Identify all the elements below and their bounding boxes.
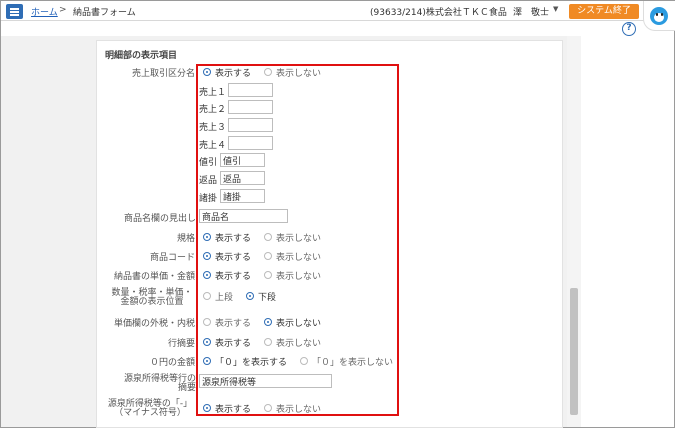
breadcrumb-home-link[interactable]: ホーム bbox=[31, 5, 58, 18]
hamburger-menu-icon[interactable] bbox=[6, 4, 23, 19]
label-line-memo: 行摘要 bbox=[167, 339, 195, 349]
label-withholding-memo: 源泉所得税等行の 摘要 bbox=[123, 374, 196, 393]
scrollbar-thumb[interactable] bbox=[570, 288, 578, 415]
user-menu[interactable]: 澤 敬士 bbox=[513, 5, 549, 18]
label-kikaku: 規格 bbox=[176, 234, 195, 244]
breadcrumb-current-page: 納品書フォーム bbox=[73, 8, 136, 18]
mascot-icon[interactable] bbox=[643, 1, 675, 31]
label-sales-kind: 売上取引区分名 bbox=[131, 69, 195, 79]
label-unit-price-amount: 納品書の単価・金額 bbox=[113, 272, 195, 282]
breadcrumb-separator: > bbox=[59, 5, 67, 15]
label-withholding-minus: 源泉所得税等の「-」 （マイナス符号） bbox=[107, 399, 193, 418]
label-item-heading: 商品名欄の見出し bbox=[123, 214, 196, 224]
label-zero-amount: ０円の金額 bbox=[149, 358, 195, 368]
top-bar: ホーム > 納品書フォーム (93633/214)株式会社ＴＫＣ食品 澤 敬士 … bbox=[1, 1, 674, 21]
company-name: (93633/214)株式会社ＴＫＣ食品 bbox=[370, 8, 507, 18]
help-icon[interactable]: ? bbox=[622, 22, 636, 36]
highlight-box bbox=[196, 64, 399, 416]
label-tax-incl: 単価欄の外税・内税 bbox=[113, 319, 195, 329]
system-exit-button[interactable]: システム終了 bbox=[569, 4, 639, 19]
chevron-down-icon[interactable]: ▼ bbox=[553, 5, 558, 13]
section-title: 明細部の表示項目 bbox=[105, 51, 178, 61]
label-item-code: 商品コード bbox=[149, 253, 195, 263]
label-display-position: 数量・税率・単価・ 金額の表示位置 bbox=[111, 288, 193, 307]
